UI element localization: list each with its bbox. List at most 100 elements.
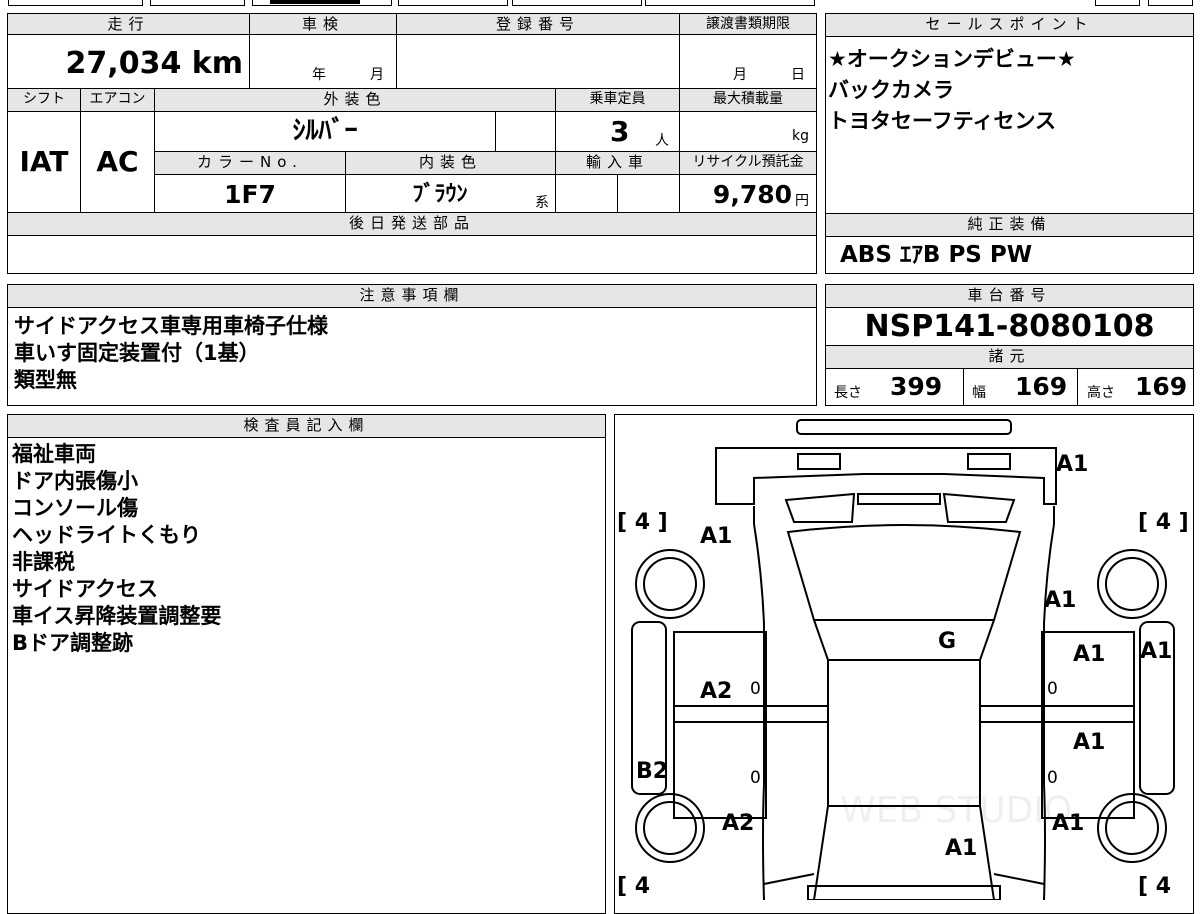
tire-mark-rear-left: [ 4 — [617, 874, 651, 899]
front-bumper — [796, 419, 1012, 435]
shaken-year-unit: 年 — [312, 67, 326, 83]
inspector-line: コンソール傷 — [12, 496, 138, 520]
body-outline — [753, 506, 1055, 900]
inspector-line: 非課税 — [12, 550, 75, 574]
ac-value: AC — [96, 145, 139, 178]
zero-mark-right-front: 0 — [1047, 679, 1058, 699]
left-front-door — [673, 631, 767, 723]
top-fragment-row — [0, 0, 1200, 8]
grade-rear: A1 — [945, 836, 978, 861]
mileage-header: 走行 — [7, 13, 250, 35]
registration-cell — [396, 34, 680, 89]
color-no-header: カラーNo. — [154, 151, 346, 175]
tire-mark-front-left: [ 4 ] — [617, 510, 668, 535]
exterior-color-header: 外装色 — [154, 88, 556, 112]
grade-front-bumper: A1 — [1056, 452, 1089, 477]
wheel-rear-left — [635, 793, 705, 863]
mileage-value: 27,034 km — [7, 46, 243, 82]
wheel-front-right — [1097, 549, 1167, 619]
color-no-value: 1F7 — [224, 180, 276, 209]
inspector-lines: 福祉車両 ドア内張傷小 コンソール傷 ヘッドライトくもり 非課税 サイドアクセス… — [12, 441, 221, 657]
note-line: 車いす固定装置付（1基） — [14, 341, 260, 365]
chassis-number: NSP141-8080108 — [864, 309, 1155, 344]
spec-width-label: 幅 — [972, 385, 986, 401]
ac-header: エアコン — [80, 88, 155, 112]
sales-point-item: トヨタセーフティセンス — [828, 109, 1057, 133]
later-parts-header: 後日発送部品 — [7, 212, 817, 236]
transfer-month-unit: 月 — [733, 67, 747, 83]
grille-left — [784, 492, 856, 523]
import-cell-a — [555, 174, 618, 213]
grade-left-rear-quarter: A2 — [722, 811, 755, 836]
mileage-unit: km — [191, 46, 243, 81]
inspector-line: ドア内張傷小 — [12, 469, 138, 493]
zero-mark-left-rear: 0 — [750, 768, 761, 788]
grade-front-right-fender: A1 — [1044, 588, 1077, 613]
zero-mark-right-rear: 0 — [1047, 768, 1058, 788]
grade-right-rear-door: A1 — [1073, 730, 1106, 755]
watermark: WEB STUDIO — [840, 790, 1073, 831]
spec-height-label: 高さ — [1087, 385, 1115, 401]
notes-header: 注意事項欄 — [7, 284, 817, 308]
inspector-line: 福祉車両 — [12, 442, 96, 466]
tire-mark-rear-right: [ 4 — [1138, 874, 1172, 899]
roof — [827, 659, 981, 807]
import-cell-b — [617, 174, 680, 213]
notes-lines: サイドアクセス車専用車椅子仕様 車いす固定装置付（1基） 類型無 — [14, 313, 328, 394]
note-line: 類型無 — [14, 368, 77, 392]
max-load-unit: kg — [792, 128, 809, 144]
sales-point-item: ★オークションデビュー★ — [828, 47, 1076, 71]
spec-length-value: 399 — [890, 372, 943, 401]
inspector-line: Bドア調整跡 — [12, 631, 134, 655]
rear-frame — [763, 873, 1045, 885]
headlight-right — [967, 453, 1011, 470]
grade-front-left-fender: A1 — [700, 524, 733, 549]
import-header: 輸入車 — [555, 151, 680, 175]
capacity-value: 3 — [610, 115, 630, 148]
spec-length-label: 長さ — [834, 385, 862, 401]
grade-right-sill: A1 — [1140, 639, 1173, 664]
zero-mark-left-front: 0 — [750, 679, 761, 699]
grade-left-front-door: A2 — [700, 679, 733, 704]
grille-center — [857, 493, 941, 505]
tire-mark-front-right: [ 4 ] — [1138, 510, 1189, 535]
interior-color-header: 内装色 — [345, 151, 556, 175]
inspector-header: 検査員記入欄 — [7, 414, 606, 438]
inspector-line: ヘッドライトくもり — [12, 523, 201, 547]
hood — [786, 524, 1022, 621]
recycle-fee-unit: 円 — [795, 193, 809, 209]
chassis-header: 車台番号 — [825, 284, 1194, 308]
shift-value: IAT — [19, 145, 69, 178]
grade-right-front-door: A1 — [1073, 642, 1106, 667]
mileage-number: 27,034 — [65, 46, 182, 81]
headlight-left — [797, 453, 841, 470]
sales-point-item: バックカメラ — [828, 78, 954, 102]
inspector-line: サイドアクセス — [12, 577, 158, 601]
capacity-unit: 人 — [655, 133, 669, 149]
max-load-header: 最大積載量 — [679, 88, 817, 112]
specs-header: 諸元 — [825, 345, 1194, 369]
rear-bumper — [807, 885, 1001, 900]
recycle-header: リサイクル預託金 — [679, 151, 817, 175]
sales-points-header: セールスポイント — [825, 13, 1194, 37]
front-frame — [715, 447, 1057, 505]
later-parts-cell — [7, 235, 817, 274]
recycle-fee-value: 9,780 — [712, 180, 792, 209]
grade-left-sill: B2 — [636, 759, 669, 784]
inspector-line: 車イス昇降装置調整要 — [12, 604, 222, 628]
transfer-day-unit: 日 — [791, 67, 805, 83]
exterior-color-extra-cell — [495, 111, 556, 152]
spec-width-value: 169 — [1015, 372, 1068, 401]
shaken-month-unit: 月 — [370, 67, 384, 83]
shaken-header: 車検 — [249, 13, 397, 35]
shift-header: シフト — [7, 88, 81, 112]
capacity-header: 乗車定員 — [555, 88, 680, 112]
wheel-front-left — [635, 549, 705, 619]
spec-height-value: 169 — [1135, 372, 1188, 401]
grade-windshield: G — [938, 629, 957, 654]
note-line: サイドアクセス車専用車椅子仕様 — [14, 314, 328, 338]
sales-points-list: ★オークションデビュー★ バックカメラ トヨタセーフティセンス — [828, 46, 1076, 135]
interior-color-suffix: 系 — [535, 195, 549, 211]
genuine-equipment-header: 純正装備 — [825, 213, 1194, 237]
transfer-header: 譲渡書類期限 — [679, 13, 817, 35]
